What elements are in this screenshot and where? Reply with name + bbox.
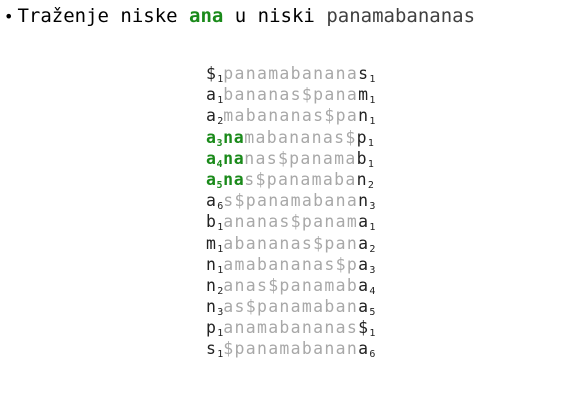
- last-rank: 1: [369, 222, 376, 234]
- first-column-char: a: [206, 85, 218, 105]
- rotation-middle: amabananas$p: [223, 254, 359, 274]
- heading-text: panamabananas: [326, 5, 476, 27]
- rotation-middle: anamabananas: [223, 318, 359, 338]
- first-column-char: a: [206, 191, 218, 211]
- rotation-middle: nas$panama: [244, 148, 357, 168]
- last-rank: 6: [369, 349, 376, 361]
- first-column-char: s: [206, 339, 218, 359]
- first-column-char: a: [206, 106, 218, 126]
- bwt-row: n2anas$panamaba4: [206, 275, 375, 297]
- rotation-middle: mabananas$pa: [223, 106, 359, 126]
- last-rank: 2: [369, 243, 376, 255]
- last-column-char: a: [358, 297, 370, 317]
- bwt-row: b1ananas$panama1: [206, 211, 376, 234]
- pattern-match: na: [223, 169, 245, 189]
- heading-pattern: ana: [189, 5, 224, 27]
- bwt-row: n1amabananas$pa3: [206, 254, 375, 276]
- last-column-char: p: [356, 127, 368, 147]
- bwt-row: a5nas$panamaban2: [206, 169, 375, 191]
- rotation-middle: panamabanana: [223, 64, 359, 83]
- last-column-char: n: [358, 191, 370, 211]
- bwt-row: a1bananas$panam1: [206, 84, 375, 106]
- first-column-char: p: [206, 318, 218, 338]
- last-rank: 1: [367, 137, 374, 149]
- last-column-char: a: [358, 233, 370, 253]
- bwt-row: $1panamabananas1: [206, 63, 375, 85]
- bwt-row: n3as$panamabana5: [206, 296, 375, 318]
- rotation-middle: anas$panamab: [223, 275, 359, 295]
- bullet-icon: •: [4, 7, 14, 26]
- first-column-char: a: [206, 127, 217, 147]
- first-column-char: n: [206, 275, 218, 295]
- rotation-middle: $panamabanan: [223, 339, 359, 359]
- pattern-match: na: [223, 127, 245, 147]
- slide-heading: • Traženje niske ana u niski panamabanana…: [4, 4, 475, 29]
- last-column-char: n: [358, 106, 370, 126]
- last-column-char: m: [358, 85, 370, 105]
- heading-middle: u niski: [223, 5, 327, 27]
- rotation-middle: bananas$pana: [223, 85, 359, 105]
- last-column-char: b: [356, 148, 368, 168]
- bwt-row: a4nanas$panamab1: [206, 148, 375, 170]
- rotation-middle: as$panamaban: [223, 297, 359, 317]
- first-column-char: n: [206, 297, 218, 317]
- first-column-char: n: [206, 254, 218, 274]
- bwt-row: a3namabananas$p1: [206, 127, 375, 149]
- rotation-middle: abananas$pan: [223, 233, 359, 253]
- bwt-row: a6s$panamabanan3: [206, 190, 375, 212]
- first-column-char: b: [206, 212, 218, 232]
- bwt-row: m1abananas$pana2: [206, 233, 376, 255]
- last-column-char: a: [358, 275, 370, 295]
- bwt-matrix: $1panamabananas1 a1bananas$panam1 a2mabana…: [206, 63, 375, 360]
- bwt-row: p1anamabananas$1: [206, 317, 375, 339]
- last-column-char: a: [358, 254, 370, 274]
- last-column-char: n: [356, 169, 368, 189]
- heading-prefix: Traženje niske: [17, 5, 190, 27]
- last-rank: 1: [369, 116, 376, 128]
- last-column-char: s: [358, 64, 370, 83]
- bwt-row: a2mabananas$pan1: [206, 105, 376, 128]
- last-column-char: a: [358, 339, 370, 359]
- first-column-char: m: [206, 233, 218, 253]
- rotation-middle: ananas$panam: [223, 212, 359, 232]
- rotation-middle: s$panamabana: [223, 191, 359, 211]
- rotation-middle: mabananas$: [244, 127, 357, 147]
- first-column-char: a: [206, 169, 217, 189]
- pattern-match: na: [223, 148, 245, 168]
- rotation-middle: s$panamaba: [244, 169, 357, 189]
- last-column-char: $: [358, 318, 370, 338]
- first-column-char: a: [206, 148, 217, 168]
- last-column-char: a: [358, 212, 370, 232]
- bwt-row: s1$panamabanana6: [206, 338, 376, 361]
- first-column-char: $: [206, 64, 218, 83]
